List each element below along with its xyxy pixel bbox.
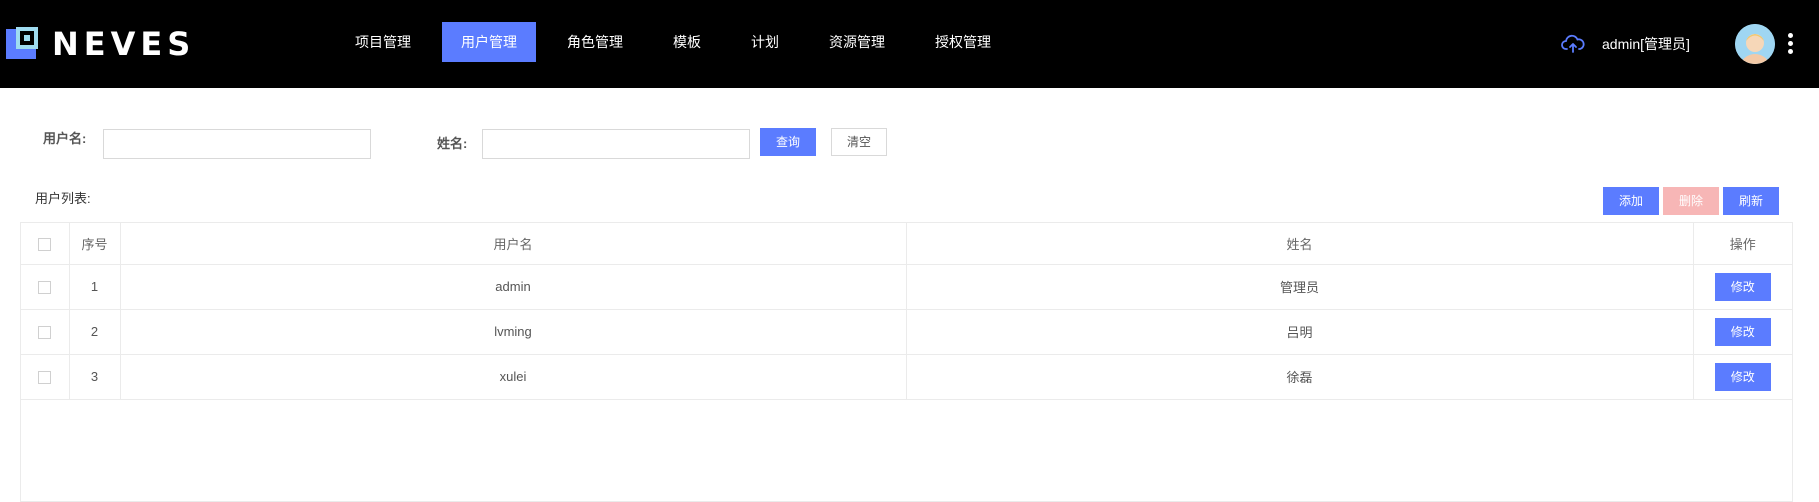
- row-name: 徐磊: [906, 354, 1694, 400]
- username-input[interactable]: [103, 129, 371, 159]
- nav-item-roles[interactable]: 角色管理: [548, 22, 642, 62]
- user-table: 序号 用户名 姓名 操作 1 admin 管理员 修改 2 lvming 吕明 …: [20, 222, 1793, 502]
- avatar-icon: [1735, 24, 1775, 64]
- current-user-label[interactable]: admin[管理员]: [1602, 34, 1690, 54]
- clear-button[interactable]: 清空: [831, 128, 887, 156]
- nav-item-resources[interactable]: 资源管理: [810, 22, 904, 62]
- nav-item-plans[interactable]: 计划: [732, 22, 798, 62]
- table-row[interactable]: 2 lvming 吕明 修改: [21, 309, 1792, 355]
- nav-item-projects[interactable]: 项目管理: [336, 22, 430, 62]
- nav-item-users[interactable]: 用户管理: [442, 22, 536, 62]
- username-label: 用户名:: [43, 131, 87, 146]
- row-checkbox[interactable]: [38, 281, 52, 295]
- name-label: 姓名:: [437, 136, 468, 151]
- row-username: xulei: [120, 354, 907, 400]
- logo: NEVES: [4, 26, 195, 62]
- row-username: lvming: [120, 309, 907, 355]
- name-input[interactable]: [482, 129, 750, 159]
- more-vertical-icon[interactable]: [1786, 33, 1794, 55]
- row-index: 2: [69, 309, 121, 355]
- add-button[interactable]: 添加: [1603, 187, 1659, 215]
- edit-button[interactable]: 修改: [1714, 272, 1771, 301]
- cloud-upload-icon[interactable]: [1561, 34, 1585, 54]
- refresh-button[interactable]: 刷新: [1723, 187, 1779, 215]
- row-name: 管理员: [906, 264, 1694, 310]
- table-row[interactable]: 1 admin 管理员 修改: [21, 264, 1792, 310]
- top-navbar: NEVES 项目管理 用户管理 角色管理 模板 计划 资源管理 授权管理 adm…: [0, 0, 1819, 88]
- nav-item-templates[interactable]: 模板: [654, 22, 720, 62]
- table-row[interactable]: 3 xulei 徐磊 修改: [21, 354, 1792, 400]
- row-name: 吕明: [906, 309, 1694, 355]
- logo-text: NEVES: [52, 25, 196, 63]
- row-checkbox[interactable]: [38, 371, 52, 385]
- column-header-name[interactable]: 姓名: [906, 223, 1694, 265]
- edit-button[interactable]: 修改: [1714, 362, 1771, 391]
- main-nav: 项目管理 用户管理 角色管理 模板 计划 资源管理 授权管理: [336, 22, 1022, 62]
- column-header-index[interactable]: 序号: [69, 223, 121, 265]
- avatar[interactable]: [1735, 24, 1775, 64]
- query-button[interactable]: 查询: [760, 128, 816, 156]
- column-header-action: 操作: [1693, 223, 1792, 265]
- row-index: 3: [69, 354, 121, 400]
- logo-mark-icon: [4, 27, 38, 61]
- delete-button[interactable]: 删除: [1663, 187, 1719, 215]
- select-all-checkbox[interactable]: [38, 237, 52, 251]
- table-header-row: 序号 用户名 姓名 操作: [21, 223, 1792, 265]
- column-header-username[interactable]: 用户名: [120, 223, 907, 265]
- edit-button[interactable]: 修改: [1714, 317, 1771, 346]
- row-checkbox[interactable]: [38, 326, 52, 340]
- row-username: admin: [120, 264, 907, 310]
- list-title: 用户列表:: [35, 191, 91, 206]
- nav-item-authorization[interactable]: 授权管理: [916, 22, 1010, 62]
- row-index: 1: [69, 264, 121, 310]
- select-all-cell: [21, 223, 70, 265]
